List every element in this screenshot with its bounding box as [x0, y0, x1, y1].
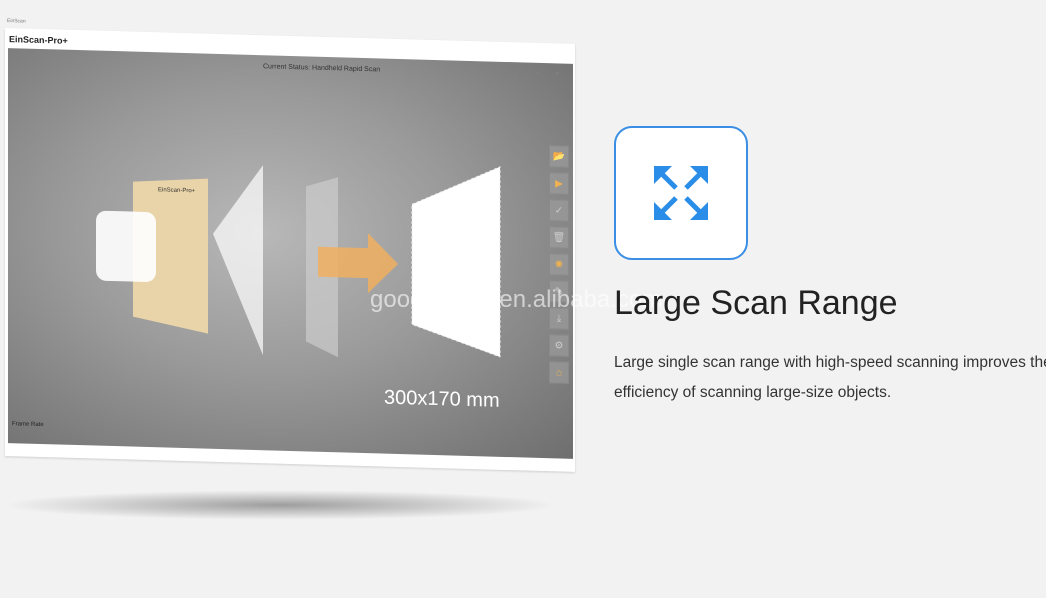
scan-viewport[interactable]: EinScan-Pro+ Current Status: Handheld Ra…	[8, 48, 573, 459]
home-button[interactable]: ⌂	[549, 361, 569, 384]
folder-button[interactable]: 📂	[549, 145, 569, 168]
frame-rate-label: Frame Rate	[12, 421, 44, 429]
expand-icon-box	[614, 126, 748, 260]
home-icon: ⌂	[555, 366, 563, 379]
window-shadow	[0, 490, 560, 520]
feature-description: Large single scan range with high-speed …	[614, 354, 1046, 401]
scan-toolbar: 📂 ▶ ✓ 🗑 ✺ ✎ ⤓ ⚙ ⌂	[549, 145, 569, 389]
download-icon: ⤓	[556, 312, 562, 325]
settings-button[interactable]: ⚙	[549, 334, 569, 357]
trash-icon: 🗑	[552, 231, 566, 244]
expand-arrows-icon	[654, 166, 708, 220]
folder-icon: 📂	[552, 150, 566, 163]
settings-icon: ⚙	[554, 339, 564, 352]
feature-title: Large Scan Range	[614, 284, 898, 322]
scanner-app-window: EinScan EinScan-Pro+ EinScan-Pro+ Curren…	[5, 18, 575, 472]
app-title: EinScan-Pro+	[9, 34, 68, 46]
scan-size-label: 300x170 mm	[384, 386, 500, 412]
window-title: EinScan	[7, 18, 26, 25]
play-button[interactable]: ▶	[549, 172, 569, 195]
device-label: EinScan-Pro+	[158, 187, 196, 195]
check-button[interactable]: ✓	[549, 199, 569, 222]
trash-button[interactable]: 🗑	[549, 226, 569, 249]
play-icon: ▶	[555, 177, 563, 190]
check-icon: ✓	[554, 204, 564, 217]
brightness-button[interactable]: ✺	[549, 253, 569, 276]
brightness-icon: ✺	[554, 258, 564, 271]
